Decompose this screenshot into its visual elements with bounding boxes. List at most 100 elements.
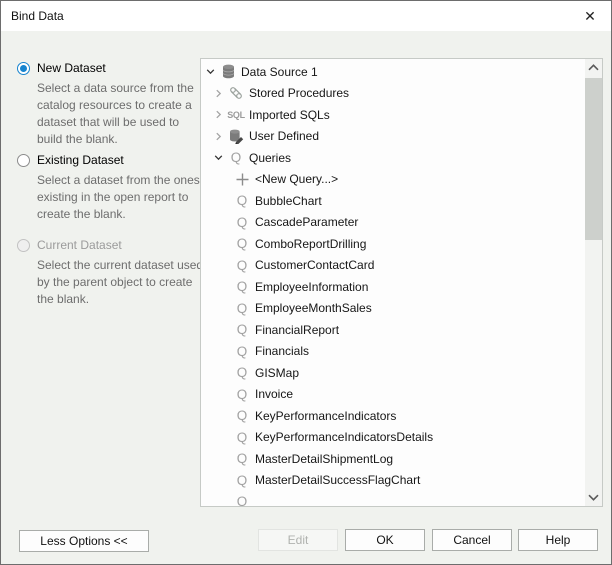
tree-item-label: <New Query...> <box>255 172 339 187</box>
query-icon: Q <box>236 494 248 506</box>
data-source-tree: Data Source 1 Stored Procedures SQL Importe… <box>201 59 585 506</box>
tree-item-label: MasterDetailShipmentLog <box>255 451 394 466</box>
tree-item[interactable]: Q KeyPerformanceIndicatorsDetails <box>204 427 585 449</box>
radio-button-selected[interactable] <box>17 61 30 75</box>
tree-item[interactable]: Q Queries <box>204 147 585 169</box>
titlebar: Bind Data ✕ <box>1 1 611 31</box>
tree-item-label: Queries <box>249 150 292 165</box>
tree-item[interactable]: Data Source 1 <box>204 61 585 83</box>
vertical-scrollbar[interactable] <box>585 59 602 506</box>
ok-button[interactable]: OK <box>345 529 425 551</box>
tree-item-label: ComboReportDrilling <box>255 236 367 251</box>
close-button[interactable]: ✕ <box>575 3 605 29</box>
tree-item[interactable]: Q CascadeParameter <box>204 212 585 234</box>
query-icon: Q <box>236 472 248 488</box>
radio-button-unselected[interactable] <box>17 153 30 167</box>
scroll-up-button[interactable] <box>585 59 602 76</box>
chevron-right-icon[interactable] <box>214 110 227 120</box>
option-label[interactable]: Existing Dataset <box>37 153 124 167</box>
tree-item-label: User Defined <box>249 129 320 144</box>
bind-data-dialog: Bind Data ✕ New Dataset Select a data so… <box>0 0 612 565</box>
tree-item[interactable]: Q KeyPerformanceIndicators <box>204 405 585 427</box>
tree-item-label: KeyPerformanceIndicators <box>255 408 397 423</box>
radio-current-dataset: Current Dataset <box>17 238 197 252</box>
query-icon: Q <box>236 429 248 445</box>
tree-item[interactable]: Q MasterDetailShipmentLog <box>204 448 585 470</box>
tree-item-label: EmployeeMonthSales <box>255 301 372 316</box>
close-icon: ✕ <box>584 7 596 24</box>
tree-item-label: MasterDetailSuccessFlagChart <box>255 473 421 488</box>
tree-item-label: Stored Procedures <box>249 86 350 101</box>
tree-item[interactable]: User Defined <box>204 126 585 148</box>
stored-procedure-icon <box>227 85 245 101</box>
chevron-up-icon <box>588 64 599 71</box>
query-icon: Q <box>236 300 248 316</box>
option-label: Current Dataset <box>37 238 122 252</box>
tree-item-label: Financials <box>255 344 310 359</box>
chevron-down-icon[interactable] <box>214 153 227 163</box>
chevron-right-icon[interactable] <box>214 131 227 141</box>
tree-item[interactable]: Q <box>204 491 585 506</box>
tree-item[interactable]: Q EmployeeInformation <box>204 276 585 298</box>
tree-item[interactable]: Q EmployeeMonthSales <box>204 298 585 320</box>
plus-icon <box>233 171 251 187</box>
tree-item[interactable]: Q FinancialReport <box>204 319 585 341</box>
tree-item-label: CascadeParameter <box>255 215 359 230</box>
radio-new-dataset[interactable]: New Dataset <box>17 61 197 75</box>
tree-item-label: Data Source 1 <box>241 64 318 79</box>
tree-item[interactable]: Q ComboReportDrilling <box>204 233 585 255</box>
chevron-down-icon <box>588 494 599 501</box>
chevron-down-icon[interactable] <box>206 67 219 77</box>
query-icon: Q <box>236 451 248 466</box>
user-defined-icon <box>227 128 245 144</box>
tree-item-label: BubbleChart <box>255 193 322 208</box>
scrollbar-thumb[interactable] <box>585 78 602 240</box>
query-icon: Q <box>236 257 248 273</box>
tree-item-label: Invoice <box>255 387 294 402</box>
tree-item-label: GISMap <box>255 365 300 380</box>
tree-item[interactable]: Q MasterDetailSuccessFlagChart <box>204 470 585 492</box>
dialog-title: Bind Data <box>11 9 64 23</box>
tree-item[interactable]: Q Invoice <box>204 384 585 406</box>
tree-item-label: FinancialReport <box>255 322 340 337</box>
edit-button: Edit <box>258 529 338 551</box>
query-icon: Q <box>236 236 248 251</box>
tree-item[interactable]: Q CustomerContactCard <box>204 255 585 277</box>
database-icon <box>219 64 237 80</box>
scroll-down-button[interactable] <box>585 489 602 506</box>
radio-existing-dataset[interactable]: Existing Dataset <box>17 153 197 167</box>
tree-item[interactable]: Q GISMap <box>204 362 585 384</box>
query-icon: Q <box>236 214 248 230</box>
tree-item[interactable]: Stored Procedures <box>204 83 585 105</box>
option-group-current-dataset: Current Dataset Select the current datas… <box>17 238 203 308</box>
tree-item-label: EmployeeInformation <box>255 279 369 294</box>
cancel-button[interactable]: Cancel <box>432 529 512 551</box>
sql-icon: SQL <box>227 109 245 120</box>
tree-item[interactable]: <New Query...> <box>204 169 585 191</box>
query-icon: Q <box>236 343 248 359</box>
tree-item-label: Imported SQLs <box>249 107 330 122</box>
tree-item-label: CustomerContactCard <box>255 258 375 273</box>
tree-item-label: KeyPerformanceIndicatorsDetails <box>255 430 434 445</box>
query-icon: Q <box>236 193 248 208</box>
radio-button-disabled <box>17 238 30 252</box>
tree-item[interactable]: SQL Imported SQLs <box>204 104 585 126</box>
less-options-button[interactable]: Less Options << <box>19 530 149 552</box>
data-source-tree-panel: Data Source 1 Stored Procedures SQL Importe… <box>200 58 603 507</box>
query-icon: Q <box>236 386 248 402</box>
help-button[interactable]: Help <box>518 529 598 551</box>
tree-item[interactable]: Q Financials <box>204 341 585 363</box>
chevron-right-icon[interactable] <box>214 88 227 98</box>
option-description: Select a dataset from the ones existing … <box>37 173 200 221</box>
tree-item[interactable]: Q BubbleChart <box>204 190 585 212</box>
query-icon: Q <box>236 365 248 380</box>
option-label[interactable]: New Dataset <box>37 61 106 75</box>
query-icon: Q <box>230 150 242 165</box>
option-group-new-dataset: New Dataset Select a data source from th… <box>17 61 197 148</box>
query-icon: Q <box>236 279 248 294</box>
query-icon: Q <box>236 322 248 337</box>
option-group-existing-dataset: Existing Dataset Select a dataset from t… <box>17 153 200 223</box>
option-description: Select a data source from the catalog re… <box>37 81 194 146</box>
query-icon: Q <box>236 408 248 423</box>
option-description: Select the current dataset used by the p… <box>37 258 204 306</box>
